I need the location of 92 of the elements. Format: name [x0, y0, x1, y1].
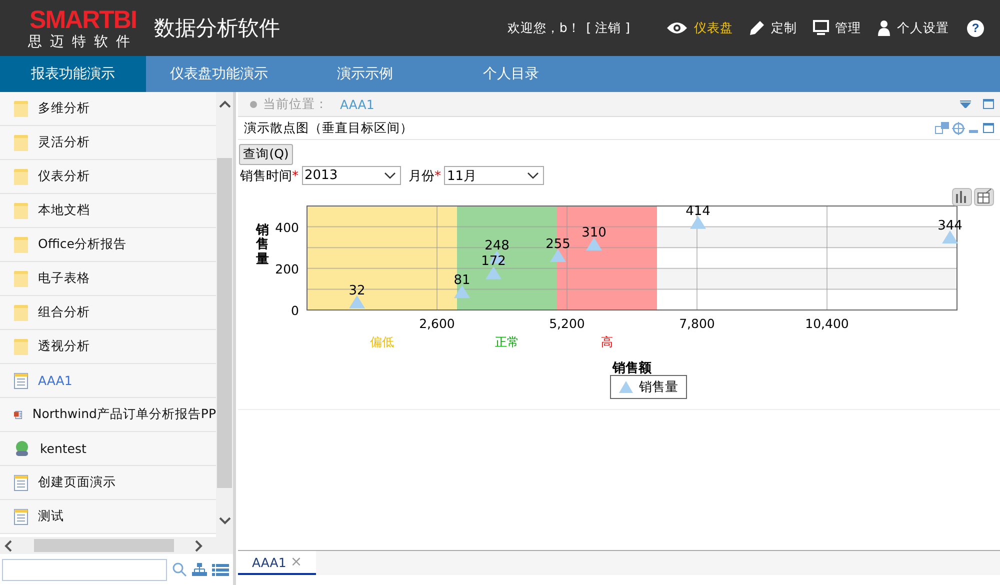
crosshair-icon[interactable]	[952, 122, 965, 134]
folder-icon	[14, 134, 28, 150]
logo-text: SMARTBI	[30, 8, 136, 32]
scrollbar-thumb[interactable]	[34, 539, 174, 552]
x-axis-title: 销售额	[612, 361, 652, 376]
report-title: 演示散点图（垂直目标区间）	[244, 120, 413, 136]
app-title: 数据分析软件	[154, 15, 280, 42]
maximize-icon[interactable]	[983, 123, 994, 133]
filter-label: 月份*	[408, 168, 441, 184]
document-icon	[14, 508, 28, 524]
nav-tab[interactable]: 仪表盘功能演示	[146, 56, 292, 92]
caret-icon	[527, 172, 539, 179]
folder-icon	[14, 304, 28, 320]
sidebar-item[interactable]: 电子表格	[0, 262, 216, 296]
search-field[interactable]	[2, 558, 167, 580]
band-label: 偏低	[370, 335, 394, 349]
folder-icon	[14, 168, 28, 184]
nav-tab[interactable]: 报表功能演示	[0, 56, 146, 92]
data-label: 414	[686, 204, 710, 219]
search-icon[interactable]	[172, 562, 187, 577]
sidebar-item[interactable]: 组合分析	[0, 296, 216, 330]
document-icon	[14, 372, 28, 388]
help-button[interactable]: ?	[967, 20, 984, 36]
legend-label: 销售量	[639, 379, 678, 396]
band-label: 正常	[495, 335, 519, 349]
data-label: 172	[481, 254, 506, 270]
header-action[interactable]: 管理	[813, 20, 861, 36]
pencil-icon	[749, 20, 765, 36]
sidebar-item[interactable]: Northwind产品订单分析报告PP	[0, 398, 216, 432]
globe-link-icon	[14, 440, 30, 456]
sidebar-item[interactable]: 透视分析	[0, 330, 216, 364]
breadcrumb-label: 当前位置：	[263, 96, 328, 112]
folder-icon	[14, 236, 28, 252]
user-icon	[877, 20, 891, 36]
data-label: 310	[582, 226, 606, 241]
maximize-icon[interactable]	[983, 99, 994, 109]
filter-label: 销售时间*	[240, 168, 298, 184]
y-tick-label: 200	[275, 261, 299, 276]
folder-icon	[14, 202, 28, 218]
data-label: 255	[546, 236, 570, 252]
nav-tab[interactable]: 个人目录	[438, 56, 584, 92]
data-label: 32	[348, 283, 366, 298]
scroll-down-icon[interactable]	[218, 517, 230, 525]
scrollbar-thumb[interactable]	[217, 158, 232, 488]
filter-dropdown[interactable]: 11月	[444, 166, 544, 185]
bullet-icon	[250, 100, 257, 108]
nav-tab[interactable]: 演示示例	[292, 56, 438, 92]
welcome-text: 欢迎您，b！	[507, 20, 580, 36]
x-tick-label: 10,400	[805, 316, 849, 331]
folder-icon	[14, 100, 28, 116]
scroll-right-icon[interactable]	[195, 540, 203, 552]
chart-type-icon[interactable]	[952, 188, 972, 206]
query-button[interactable]: 查询(Q)	[239, 144, 293, 165]
sidebar-item[interactable]: 灵活分析	[0, 126, 216, 160]
document-icon	[14, 474, 28, 490]
sidebar-item[interactable]: 本地文档	[0, 194, 216, 228]
x-tick-label: 5,200	[549, 316, 585, 331]
tree-view-icon[interactable]	[192, 563, 207, 576]
logo-subtitle: 思迈特软件	[28, 34, 138, 48]
data-label: 81	[454, 273, 470, 288]
y-axis-title: 销售量	[256, 224, 269, 267]
caret-icon	[384, 172, 396, 179]
list-view-icon[interactable]	[212, 564, 229, 576]
dropdown-icon[interactable]	[960, 100, 971, 108]
band-label: 高	[601, 335, 613, 349]
header-action[interactable]: 仪表盘	[666, 20, 733, 36]
minimize-icon[interactable]	[969, 130, 978, 132]
sidebar-item[interactable]: 测试	[0, 500, 216, 534]
sidebar-item[interactable]: 多维分析	[0, 92, 216, 126]
scroll-up-icon[interactable]	[218, 100, 230, 108]
header-action[interactable]: 定制	[749, 20, 797, 36]
data-label: 248	[484, 238, 510, 254]
eye-icon	[666, 21, 688, 35]
sidebar-item[interactable]: AAA1	[0, 364, 216, 398]
sidebar-item[interactable]: Office分析报告	[0, 228, 216, 262]
sidebar-item[interactable]: 仪表分析	[0, 160, 216, 194]
monitor-icon	[813, 20, 829, 36]
sidebar-item[interactable]: 创建页面演示	[0, 466, 216, 500]
scroll-left-icon[interactable]	[4, 540, 12, 552]
table-export-icon[interactable]	[974, 188, 994, 206]
x-tick-label: 2,600	[419, 316, 455, 331]
export-icon[interactable]	[935, 122, 949, 134]
folder-icon	[14, 270, 28, 286]
y-tick-label: 0	[291, 303, 299, 318]
header-action[interactable]: 个人设置	[877, 20, 949, 36]
y-tick-label: 400	[275, 220, 299, 235]
sidebar-item[interactable]: kentest	[0, 432, 216, 466]
x-tick-label: 7,800	[679, 316, 715, 331]
folder-icon	[14, 338, 28, 354]
logout-link[interactable]: [ 注销 ]	[586, 20, 630, 36]
document-tab[interactable]: AAA1 ×	[238, 551, 316, 575]
filter-dropdown[interactable]: 2013	[302, 166, 400, 185]
